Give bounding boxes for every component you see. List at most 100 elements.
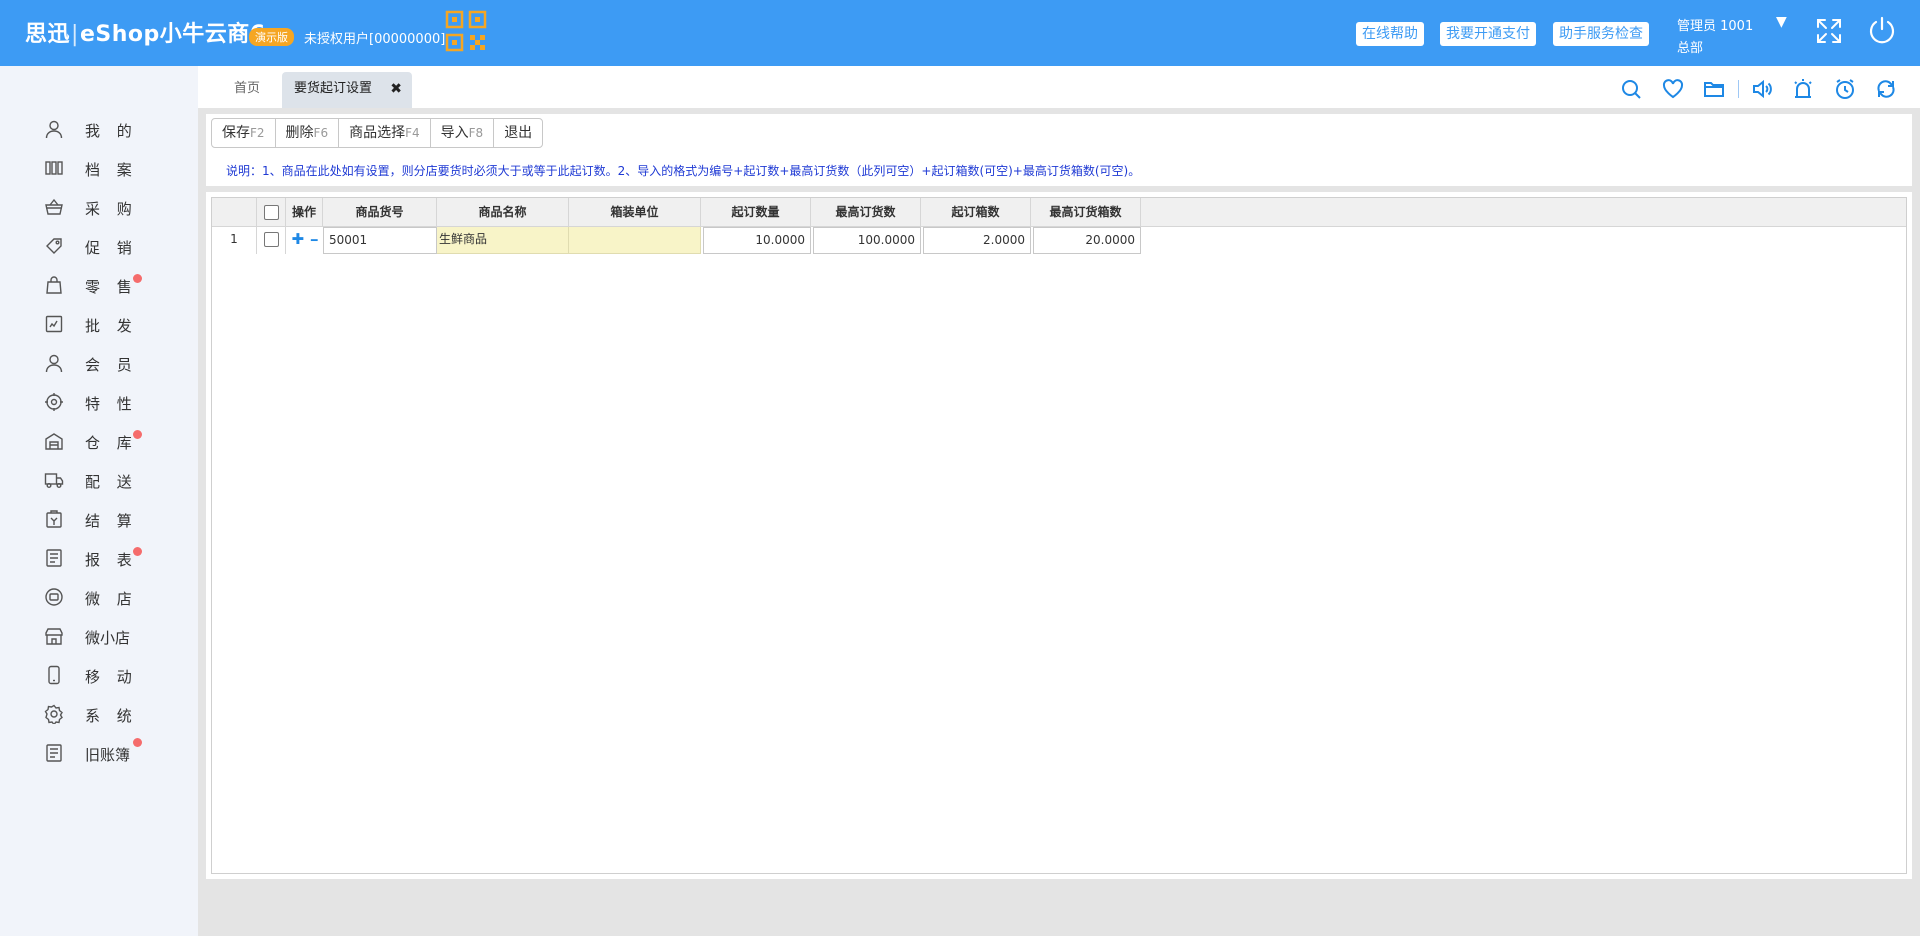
sidebar-item-warehouse[interactable]: 仓 库 xyxy=(0,423,198,459)
sidebar-item-mobile[interactable]: 移 动 xyxy=(0,657,198,693)
store-icon xyxy=(45,628,63,645)
save-button[interactable]: 保存F2 xyxy=(212,119,276,147)
sidebar-item-archive[interactable]: 档 案 xyxy=(0,150,198,186)
clock-icon[interactable] xyxy=(1834,78,1856,100)
toolbar-divider xyxy=(1738,80,1739,98)
product-name-cell: 生鲜商品 xyxy=(437,227,569,254)
row-checkbox[interactable] xyxy=(263,232,279,247)
exit-button[interactable]: 退出 xyxy=(494,119,542,147)
logo-brand: 思迅 xyxy=(25,22,71,47)
gear-icon xyxy=(44,704,63,724)
admin-branch: 总部 xyxy=(1677,41,1704,56)
data-grid: 操作 商品货号 商品名称 箱装单位 起订数量 最高订货数 起订箱数 最高订货箱数… xyxy=(211,197,1907,874)
sidebar-item-label: 仓 库 xyxy=(85,434,138,452)
sidebar-item-old-ledger[interactable]: 旧账簿 xyxy=(0,735,198,771)
sidebar-item-label: 采 购 xyxy=(85,200,138,218)
alarm-light-icon[interactable] xyxy=(1792,78,1814,100)
tab-order-minimum-settings[interactable]: 要货起订设置 ✖ xyxy=(282,72,412,108)
speaker-icon[interactable] xyxy=(1751,78,1773,100)
sidebar-item-label: 微小店 xyxy=(85,629,131,647)
folder-icon[interactable] xyxy=(1703,78,1725,100)
sidebar-item-label: 会 员 xyxy=(85,356,138,374)
open-payment-button[interactable]: 我要开通支付 xyxy=(1440,22,1536,46)
tab-home[interactable]: 首页 xyxy=(222,72,272,108)
sidebar-item-retail[interactable]: 零 售 xyxy=(0,267,198,303)
remove-row-icon[interactable]: ━ xyxy=(311,234,318,247)
select-all-checkbox[interactable] xyxy=(263,205,279,220)
instruction-note: 说明：1、商品在此处如有设置，则分店要货时必须大于或等于此起订数。2、导入的格式… xyxy=(226,164,1141,178)
sidebar-item-label: 批 发 xyxy=(85,317,138,335)
power-icon[interactable] xyxy=(1867,15,1897,45)
column-header-filler xyxy=(1141,198,1906,227)
truck-icon xyxy=(44,473,64,488)
min-qty-input[interactable]: 10.0000 xyxy=(703,227,811,254)
sidebar-item-member[interactable]: 会 员 xyxy=(0,345,198,381)
column-header-operation: 操作 xyxy=(286,198,323,227)
max-box-input[interactable]: 20.0000 xyxy=(1033,227,1141,254)
search-icon[interactable] xyxy=(1620,78,1642,100)
sidebar-item-label: 微 店 xyxy=(85,590,138,608)
add-row-icon[interactable]: ✚ xyxy=(291,230,304,248)
sidebar-item-label: 旧账簿 xyxy=(85,746,131,764)
min-box-input[interactable]: 2.0000 xyxy=(923,227,1031,254)
sidebar-item-promotion[interactable]: 促 销 xyxy=(0,228,198,264)
sidebar-item-label: 系 统 xyxy=(85,707,138,725)
heart-icon[interactable] xyxy=(1662,78,1684,100)
ledger-icon xyxy=(46,744,62,762)
column-header-min-qty: 起订数量 xyxy=(701,198,811,227)
box-unit-cell xyxy=(569,227,701,254)
sidebar-item-mini-store[interactable]: 微小店 xyxy=(0,618,198,654)
settlement-icon xyxy=(46,510,62,528)
sidebar-item-report[interactable]: 报 表 xyxy=(0,540,198,576)
sidebar-item-mine[interactable]: 我 的 xyxy=(0,111,198,147)
tab-label: 要货起订设置 xyxy=(294,81,373,96)
logo-app-name: eShop小牛云商6 xyxy=(79,22,266,47)
sidebar-item-settlement[interactable]: 结 算 xyxy=(0,501,198,537)
fullscreen-icon[interactable] xyxy=(1815,17,1843,45)
sidebar-item-label: 配 送 xyxy=(85,473,138,491)
max-qty-input[interactable]: 100.0000 xyxy=(813,227,921,254)
select-product-button[interactable]: 商品选择F4 xyxy=(339,119,431,147)
notification-dot xyxy=(133,738,142,747)
sidebar-item-label: 档 案 xyxy=(85,161,138,179)
admin-name[interactable]: 管理员 1001 xyxy=(1677,15,1753,34)
column-header-row-number xyxy=(212,198,257,227)
import-button[interactable]: 导入F8 xyxy=(431,119,495,147)
service-check-button[interactable]: 助手服务检查 xyxy=(1553,22,1649,46)
tag-icon xyxy=(46,238,62,254)
sidebar-item-label: 移 动 xyxy=(85,668,138,686)
demo-badge: 演示版 xyxy=(249,28,294,46)
action-panel: 保存F2 删除F6 商品选择F4 导入F8 退出 说明：1、商品在此处如有设置，… xyxy=(206,114,1912,186)
logo-separator: | xyxy=(71,22,79,47)
sidebar-item-wholesale[interactable]: 批 发 xyxy=(0,306,198,342)
sidebar-item-delivery[interactable]: 配 送 xyxy=(0,462,198,498)
sidebar-item-system[interactable]: 系 统 xyxy=(0,696,198,732)
refresh-icon[interactable] xyxy=(1875,78,1897,100)
sidebar-item-purchase[interactable]: 采 购 xyxy=(0,189,198,225)
sidebar-item-label: 我 的 xyxy=(85,122,138,140)
column-header-box-unit: 箱装单位 xyxy=(569,198,701,227)
product-code-input[interactable]: 50001 xyxy=(323,227,437,254)
column-header-code: 商品货号 xyxy=(323,198,437,227)
column-header-name: 商品名称 xyxy=(437,198,569,227)
close-icon[interactable]: ✖ xyxy=(390,72,402,106)
column-header-select xyxy=(257,198,286,227)
row-number: 1 xyxy=(212,227,257,254)
top-header: 思迅|eShop小牛云商6 演示版 未授权用户[00000000] 在线帮助 我… xyxy=(0,0,1920,66)
archive-icon xyxy=(45,161,63,175)
column-header-min-box: 起订箱数 xyxy=(921,198,1031,227)
sidebar-item-micro-shop[interactable]: 微 店 xyxy=(0,579,198,615)
wholesale-icon xyxy=(45,315,63,333)
column-header-max-box: 最高订货箱数 xyxy=(1031,198,1141,227)
delete-button[interactable]: 删除F6 xyxy=(276,119,340,147)
shopping-bag-icon xyxy=(46,276,62,294)
online-help-button[interactable]: 在线帮助 xyxy=(1356,22,1424,46)
notification-dot xyxy=(133,274,142,283)
grid-panel: 操作 商品货号 商品名称 箱装单位 起订数量 最高订货数 起订箱数 最高订货箱数… xyxy=(206,192,1912,879)
sidebar: 我 的 档 案 采 购 促 销 零 售 批 发 会 员 特 性 仓 库 配 送 xyxy=(0,66,198,936)
notification-dot xyxy=(133,547,142,556)
sidebar-item-feature[interactable]: 特 性 xyxy=(0,384,198,420)
admin-dropdown-arrow[interactable]: ▼ xyxy=(1776,14,1787,30)
qr-code-icon[interactable] xyxy=(445,10,487,52)
sidebar-item-label: 特 性 xyxy=(85,395,138,413)
